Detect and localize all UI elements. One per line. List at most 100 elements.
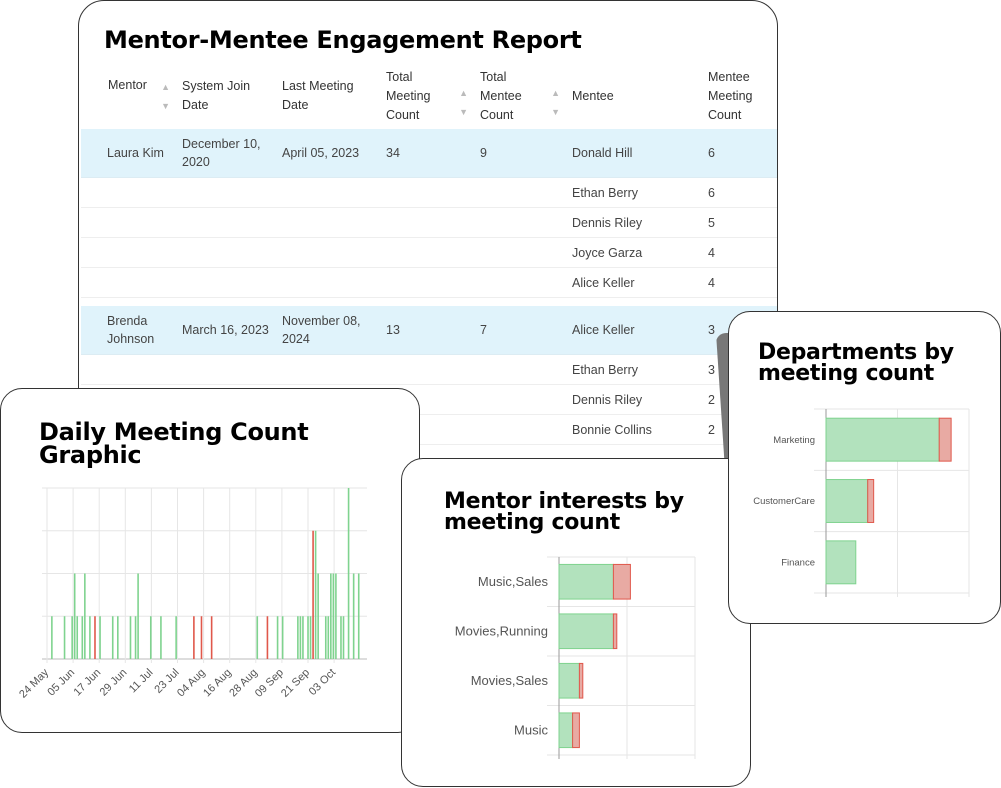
- column-header-mentee-meeting-count: Mentee Meeting Count: [708, 69, 753, 122]
- cancelled-meeting-bar: [94, 616, 96, 659]
- completed-meeting-bar: [340, 616, 342, 659]
- column-header-total-meetings[interactable]: Total Meeting Count ▲ ▼: [380, 63, 474, 129]
- mentee-count-cell: 4: [702, 267, 777, 298]
- last-meeting-cell: November 08, 2024: [276, 306, 380, 355]
- completed-meeting-bar: [111, 616, 114, 659]
- category-label: Marketing: [773, 435, 815, 446]
- column-header-total-mentees[interactable]: Total Mentee Count ▲ ▼: [474, 63, 566, 129]
- empty-cell: [276, 267, 380, 298]
- completed-meeting-bar: [99, 616, 101, 659]
- completed-meeting-bar: [309, 616, 312, 659]
- column-header-mentor[interactable]: Mentor ▲ ▼: [81, 63, 176, 129]
- mentee-count-cell: 6: [702, 177, 777, 208]
- total-mentees-cell: 9: [474, 129, 566, 178]
- mentee-name-cell: Alice Keller: [566, 267, 702, 298]
- empty-cell: [276, 177, 380, 208]
- completed-bar: [825, 479, 869, 523]
- mentee-name-cell: Alice Keller: [566, 306, 702, 355]
- empty-cell: [276, 207, 380, 238]
- completed-meeting-bar: [297, 616, 299, 659]
- mentor-group-row[interactable]: Brenda Johnson March 16, 2023 November 08,…: [81, 306, 777, 355]
- mentor-interests-chart: Music,Sales Movies,Running Movies,Sales Mus…: [455, 556, 696, 759]
- total-mentees-cell: 7: [474, 306, 566, 355]
- completed-meeting-bar: [71, 616, 73, 659]
- x-tick-label: 24 May: [17, 666, 51, 700]
- mentee-row[interactable]: Joyce Garza 4: [81, 237, 777, 268]
- empty-cell: [81, 267, 176, 298]
- join-date-cell: March 16, 2023: [176, 306, 276, 355]
- mentee-row[interactable]: Dennis Riley 5: [81, 207, 777, 238]
- empty-cell: [474, 414, 566, 445]
- cancelled-meeting-bar: [193, 616, 195, 659]
- empty-cell: [81, 207, 176, 238]
- mentee-row[interactable]: Ethan Berry 6: [81, 177, 777, 208]
- completed-bar: [558, 712, 574, 749]
- cancelled-bar: [578, 662, 584, 699]
- completed-meeting-bar: [352, 573, 355, 659]
- cancelled-meeting-bar: [200, 616, 203, 659]
- cancelled-bar: [572, 712, 580, 749]
- mentor-cell: Laura Kim: [81, 129, 176, 178]
- completed-meeting-bar: [327, 616, 330, 659]
- column-header-join-date: System Join Date: [182, 79, 251, 112]
- completed-meeting-bar: [302, 616, 304, 659]
- empty-cell: [380, 177, 474, 208]
- mentor-cell: Brenda Johnson: [81, 306, 176, 355]
- column-header-last-meeting: Last Meeting Date: [282, 79, 354, 112]
- mentee-name-cell: Ethan Berry: [566, 177, 702, 208]
- mentee-count-cell: 6: [702, 129, 777, 178]
- completed-bar: [558, 563, 614, 600]
- completed-meeting-bar: [134, 616, 137, 659]
- category-label: Music,Sales: [478, 574, 549, 589]
- completed-bar: [558, 662, 580, 699]
- completed-meeting-bar: [317, 573, 319, 659]
- completed-meeting-bar: [117, 616, 119, 659]
- completed-meeting-bar: [51, 616, 53, 659]
- empty-cell: [176, 354, 276, 385]
- empty-cell: [380, 207, 474, 238]
- completed-meeting-bar: [332, 573, 335, 659]
- daily-meeting-chart: 24 May05 Jun17 Jun29 Jun11 Jul23 Jul04 A…: [17, 487, 367, 701]
- cancelled-bar: [867, 479, 875, 523]
- join-date-cell: December 10, 2020: [176, 129, 276, 178]
- report-title: Mentor-Mentee Engagement Report: [104, 26, 582, 54]
- completed-meeting-bar: [76, 616, 79, 659]
- sort-icon[interactable]: ▲ ▼: [161, 78, 170, 116]
- empty-cell: [380, 267, 474, 298]
- completed-meeting-bar: [307, 616, 309, 659]
- mentee-row[interactable]: Ethan Berry 3: [81, 354, 777, 385]
- x-tick-label: 16 Aug: [201, 667, 234, 700]
- x-tick-label: 09 Sep: [253, 667, 286, 700]
- x-tick-label: 05 Jun: [45, 667, 77, 699]
- empty-cell: [474, 237, 566, 268]
- category-label: CustomerCare: [753, 496, 815, 507]
- completed-meeting-bar: [330, 573, 332, 659]
- sort-icon[interactable]: ▲ ▼: [459, 84, 468, 122]
- cancelled-meeting-bar: [210, 616, 213, 659]
- category-label: Movies,Running: [455, 624, 548, 639]
- empty-cell: [81, 177, 176, 208]
- empty-cell: [176, 237, 276, 268]
- empty-cell: [176, 207, 276, 238]
- completed-meeting-bar: [324, 616, 327, 659]
- empty-cell: [474, 267, 566, 298]
- cancelled-bar: [612, 613, 618, 650]
- x-tick-label: 03 Oct: [307, 667, 338, 698]
- mentee-name-cell: Dennis Riley: [566, 207, 702, 238]
- category-label: Music: [514, 723, 548, 738]
- mentee-count-cell: 5: [702, 207, 777, 238]
- table-header-row: Mentor ▲ ▼ System Join Date Last Meeting …: [81, 63, 777, 129]
- mentee-name-cell: Donald Hill: [566, 129, 702, 178]
- sort-icon[interactable]: ▲ ▼: [551, 84, 560, 122]
- mentor-group-row[interactable]: Laura Kim December 10, 2020 April 05, 2023…: [81, 129, 777, 178]
- completed-meeting-bar: [84, 573, 86, 659]
- mentee-row[interactable]: Alice Keller 4: [81, 267, 777, 298]
- empty-cell: [81, 354, 176, 385]
- group-spacer: [81, 298, 777, 307]
- completed-meeting-bar: [335, 573, 337, 659]
- cancelled-meeting-bar: [312, 530, 314, 659]
- cancelled-bar: [938, 417, 952, 462]
- completed-meeting-bar: [276, 616, 279, 659]
- completed-meeting-bar: [281, 616, 284, 659]
- mentee-name-cell: Ethan Berry: [566, 354, 702, 385]
